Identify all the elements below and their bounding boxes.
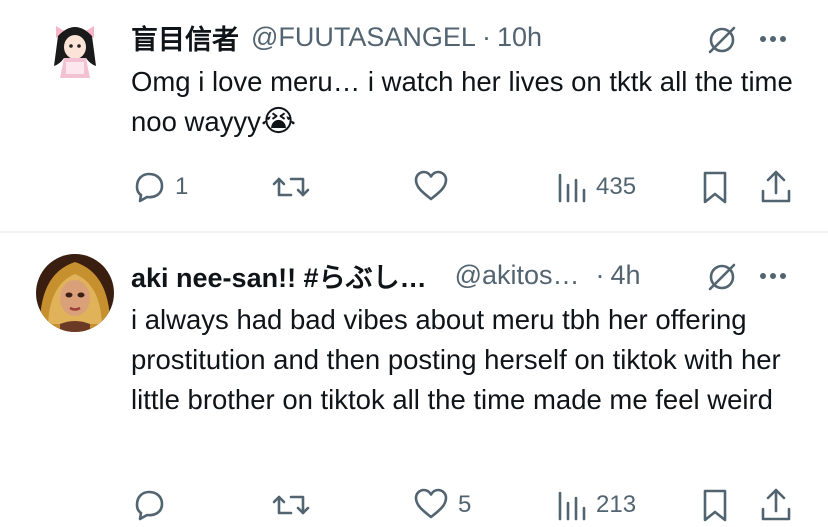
reply-count: 1 [175, 173, 189, 200]
retweet-button[interactable] [271, 483, 319, 527]
tweet-body: Omg i love meru… i watch her lives on tk… [131, 66, 793, 137]
views-icon [558, 491, 586, 521]
tweet-2[interactable]: aki nee-san!! #らぶし… @akitos… · 4h i alwa… [0, 232, 828, 527]
share-button[interactable] [758, 483, 794, 527]
more-icon[interactable] [756, 261, 790, 296]
avatar[interactable] [36, 254, 114, 332]
retweet-button[interactable] [271, 165, 319, 209]
action-bar: 1 435 [0, 165, 828, 209]
timestamp[interactable]: 10h [497, 22, 542, 53]
avatar-image [36, 254, 114, 332]
retweet-icon [272, 177, 310, 197]
separator: · [595, 259, 605, 290]
share-button[interactable] [758, 165, 794, 209]
avatar[interactable] [36, 14, 114, 92]
reply-button[interactable] [131, 483, 175, 527]
tweet-1[interactable]: 盲目信者 @FUUTASANGEL · 10h Omg i love meru…… [0, 0, 828, 232]
like-button[interactable]: 5 [412, 483, 471, 527]
tweet-text: Omg i love meru… i watch her lives on tk… [131, 62, 801, 142]
like-count: 5 [458, 491, 472, 518]
tweet-text: i always had bad vibes about meru tbh he… [131, 304, 781, 415]
timestamp[interactable]: 4h [611, 260, 641, 291]
share-icon [761, 170, 791, 203]
handle[interactable]: @FUUTASANGEL [251, 22, 476, 53]
avatar-image [36, 14, 114, 92]
reply-icon [135, 172, 164, 203]
views-count: 435 [596, 173, 637, 200]
display-name[interactable]: 盲目信者 [131, 18, 239, 57]
loudly-crying-emoji: 😭 [260, 105, 296, 138]
like-icon [414, 170, 448, 201]
display-name[interactable]: aki nee-san!! #らぶし… [131, 256, 427, 295]
bookmark-button[interactable] [700, 483, 730, 527]
grok-icon[interactable] [704, 22, 740, 63]
tweet-header: aki nee-san!! #らぶし… @akitos… · 4h [131, 255, 641, 295]
action-bar: 5 213 [0, 483, 828, 527]
views-button[interactable]: 435 [556, 165, 636, 209]
like-button[interactable] [412, 165, 458, 209]
views-icon [558, 173, 586, 203]
views-count: 213 [596, 491, 637, 518]
grok-icon[interactable] [704, 259, 740, 300]
retweet-icon [272, 495, 310, 515]
share-icon [761, 488, 791, 521]
more-icon[interactable] [756, 24, 790, 59]
reply-button[interactable]: 1 [131, 165, 188, 209]
bookmark-icon [703, 489, 727, 522]
views-button[interactable]: 213 [556, 483, 636, 527]
bookmark-button[interactable] [700, 165, 730, 209]
separator: · [481, 21, 491, 52]
like-icon [414, 488, 448, 519]
handle[interactable]: @akitos… [455, 260, 580, 291]
tweet-header: 盲目信者 @FUUTASANGEL · 10h [131, 17, 542, 57]
bookmark-icon [703, 171, 727, 204]
reply-icon [135, 490, 164, 521]
